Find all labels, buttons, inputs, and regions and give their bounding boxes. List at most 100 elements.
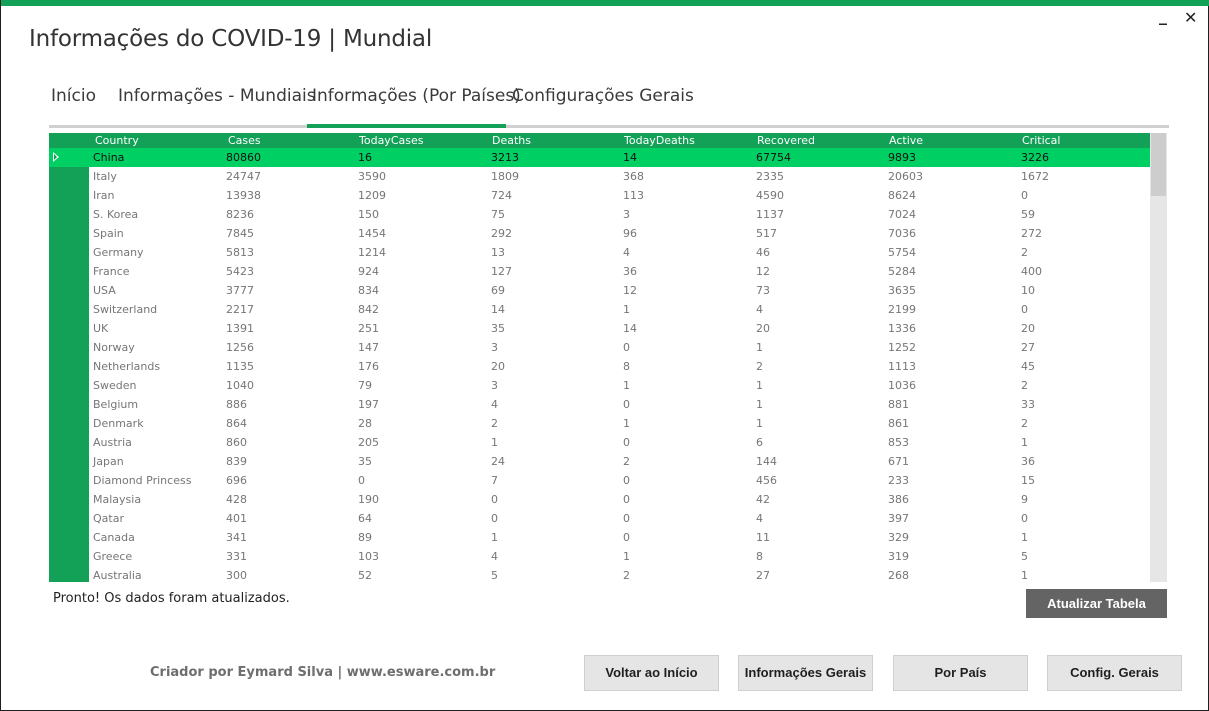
table-cell-todaycases[interactable]: 176 (358, 357, 379, 376)
table-cell-critical[interactable]: 45 (1021, 357, 1035, 376)
table-cell-todaycases[interactable]: 79 (358, 376, 372, 395)
table-cell-country[interactable]: Germany (93, 243, 144, 262)
table-cell-recovered[interactable]: 2335 (756, 167, 784, 186)
by-country-button[interactable]: Por País (893, 655, 1028, 691)
table-cell-recovered[interactable]: 4590 (756, 186, 784, 205)
table-cell-recovered[interactable]: 27 (756, 566, 770, 582)
table-cell-cases[interactable]: 300 (226, 566, 247, 582)
table-cell-country[interactable]: Spain (93, 224, 124, 243)
table-cell-cases[interactable]: 7845 (226, 224, 254, 243)
table-cell-todaycases[interactable]: 197 (358, 395, 379, 414)
back-home-button[interactable]: Voltar ao Início (584, 655, 719, 691)
table-row[interactable]: Iran 13938 1209 724 113 4590 8624 0 (49, 186, 1150, 205)
column-header-recovered[interactable]: Recovered (757, 133, 815, 148)
table-cell-recovered[interactable]: 1137 (756, 205, 784, 224)
table-cell-deaths[interactable]: 69 (491, 281, 505, 300)
table-cell-deaths[interactable]: 35 (491, 319, 505, 338)
table-cell-country[interactable]: Denmark (93, 414, 144, 433)
table-cell-cases[interactable]: 3777 (226, 281, 254, 300)
table-cell-deaths[interactable]: 5 (491, 566, 498, 582)
table-cell-deaths[interactable]: 2 (491, 414, 498, 433)
table-row[interactable]: China 80860 16 3213 14 67754 9893 3226 (49, 148, 1150, 167)
table-cell-todaycases[interactable]: 842 (358, 300, 379, 319)
table-row[interactable]: Netherlands 1135 176 20 8 2 1113 45 (49, 357, 1150, 376)
table-cell-todaycases[interactable]: 1214 (358, 243, 386, 262)
table-cell-country[interactable]: Norway (93, 338, 135, 357)
table-cell-recovered[interactable]: 42 (756, 490, 770, 509)
table-cell-recovered[interactable]: 4 (756, 300, 763, 319)
table-cell-deaths[interactable]: 1 (491, 433, 498, 452)
table-cell-todaydeaths[interactable]: 0 (623, 433, 630, 452)
table-cell-recovered[interactable]: 11 (756, 528, 770, 547)
table-cell-country[interactable]: Qatar (93, 509, 124, 528)
table-cell-todaydeaths[interactable]: 0 (623, 471, 630, 490)
table-row[interactable]: Belgium 886 197 4 0 1 881 33 (49, 395, 1150, 414)
column-header-todaydeaths[interactable]: TodayDeaths (624, 133, 695, 148)
table-cell-critical[interactable]: 1 (1021, 566, 1028, 582)
column-header-critical[interactable]: Critical (1022, 133, 1060, 148)
table-cell-recovered[interactable]: 46 (756, 243, 770, 262)
table-cell-todaydeaths[interactable]: 0 (623, 509, 630, 528)
table-row[interactable]: Diamond Princess 696 0 7 0 456 233 15 (49, 471, 1150, 490)
table-cell-cases[interactable]: 428 (226, 490, 247, 509)
column-header-deaths[interactable]: Deaths (492, 133, 531, 148)
tab-inicio[interactable]: Início (51, 86, 96, 126)
tab-informacoes-por-paises[interactable]: Informações (Por Países) (312, 86, 521, 126)
table-cell-todaydeaths[interactable]: 0 (623, 490, 630, 509)
table-cell-recovered[interactable]: 20 (756, 319, 770, 338)
table-cell-recovered[interactable]: 456 (756, 471, 777, 490)
table-cell-active[interactable]: 671 (888, 452, 909, 471)
table-cell-recovered[interactable]: 73 (756, 281, 770, 300)
table-row[interactable]: Denmark 864 28 2 1 1 861 2 (49, 414, 1150, 433)
table-cell-active[interactable]: 853 (888, 433, 909, 452)
table-cell-critical[interactable]: 59 (1021, 205, 1035, 224)
table-cell-deaths[interactable]: 24 (491, 452, 505, 471)
table-cell-cases[interactable]: 13938 (226, 186, 261, 205)
column-header-country[interactable]: Country (95, 133, 139, 148)
table-cell-country[interactable]: Switzerland (93, 300, 157, 319)
table-cell-critical[interactable]: 3226 (1021, 148, 1049, 167)
table-cell-cases[interactable]: 5813 (226, 243, 254, 262)
table-cell-recovered[interactable]: 1 (756, 414, 763, 433)
tab-configuracoes-gerais[interactable]: Configurações Gerais (512, 86, 694, 126)
table-cell-cases[interactable]: 1256 (226, 338, 254, 357)
table-cell-cases[interactable]: 864 (226, 414, 247, 433)
table-cell-todaycases[interactable]: 1454 (358, 224, 386, 243)
table-cell-active[interactable]: 3635 (888, 281, 916, 300)
table-cell-todaydeaths[interactable]: 113 (623, 186, 644, 205)
table-cell-cases[interactable]: 80860 (226, 148, 261, 167)
table-cell-cases[interactable]: 8236 (226, 205, 254, 224)
scrollbar-thumb[interactable] (1151, 133, 1166, 196)
table-cell-todaycases[interactable]: 28 (358, 414, 372, 433)
table-cell-todaycases[interactable]: 3590 (358, 167, 386, 186)
table-cell-todaydeaths[interactable]: 4 (623, 243, 630, 262)
table-cell-critical[interactable]: 2 (1021, 376, 1028, 395)
table-cell-critical[interactable]: 272 (1021, 224, 1042, 243)
table-cell-cases[interactable]: 1135 (226, 357, 254, 376)
table-cell-deaths[interactable]: 724 (491, 186, 512, 205)
table-cell-todaycases[interactable]: 89 (358, 528, 372, 547)
table-cell-todaycases[interactable]: 35 (358, 452, 372, 471)
table-cell-cases[interactable]: 401 (226, 509, 247, 528)
table-cell-todaydeaths[interactable]: 12 (623, 281, 637, 300)
table-cell-critical[interactable]: 0 (1021, 509, 1028, 528)
table-cell-country[interactable]: UK (93, 319, 108, 338)
table-cell-country[interactable]: Australia (93, 566, 142, 582)
table-cell-deaths[interactable]: 0 (491, 490, 498, 509)
table-cell-deaths[interactable]: 0 (491, 509, 498, 528)
table-row[interactable]: Austria 860 205 1 0 6 853 1 (49, 433, 1150, 452)
table-cell-recovered[interactable]: 6 (756, 433, 763, 452)
table-cell-deaths[interactable]: 3 (491, 338, 498, 357)
table-cell-active[interactable]: 7024 (888, 205, 916, 224)
table-cell-active[interactable]: 386 (888, 490, 909, 509)
table-row[interactable]: France 5423 924 127 36 12 5284 400 (49, 262, 1150, 281)
table-cell-cases[interactable]: 1040 (226, 376, 254, 395)
table-cell-todaydeaths[interactable]: 0 (623, 528, 630, 547)
table-row[interactable]: Norway 1256 147 3 0 1 1252 27 (49, 338, 1150, 357)
table-cell-deaths[interactable]: 1 (491, 528, 498, 547)
table-cell-critical[interactable]: 20 (1021, 319, 1035, 338)
table-cell-critical[interactable]: 0 (1021, 186, 1028, 205)
table-cell-recovered[interactable]: 12 (756, 262, 770, 281)
table-cell-deaths[interactable]: 292 (491, 224, 512, 243)
table-cell-todaycases[interactable]: 924 (358, 262, 379, 281)
